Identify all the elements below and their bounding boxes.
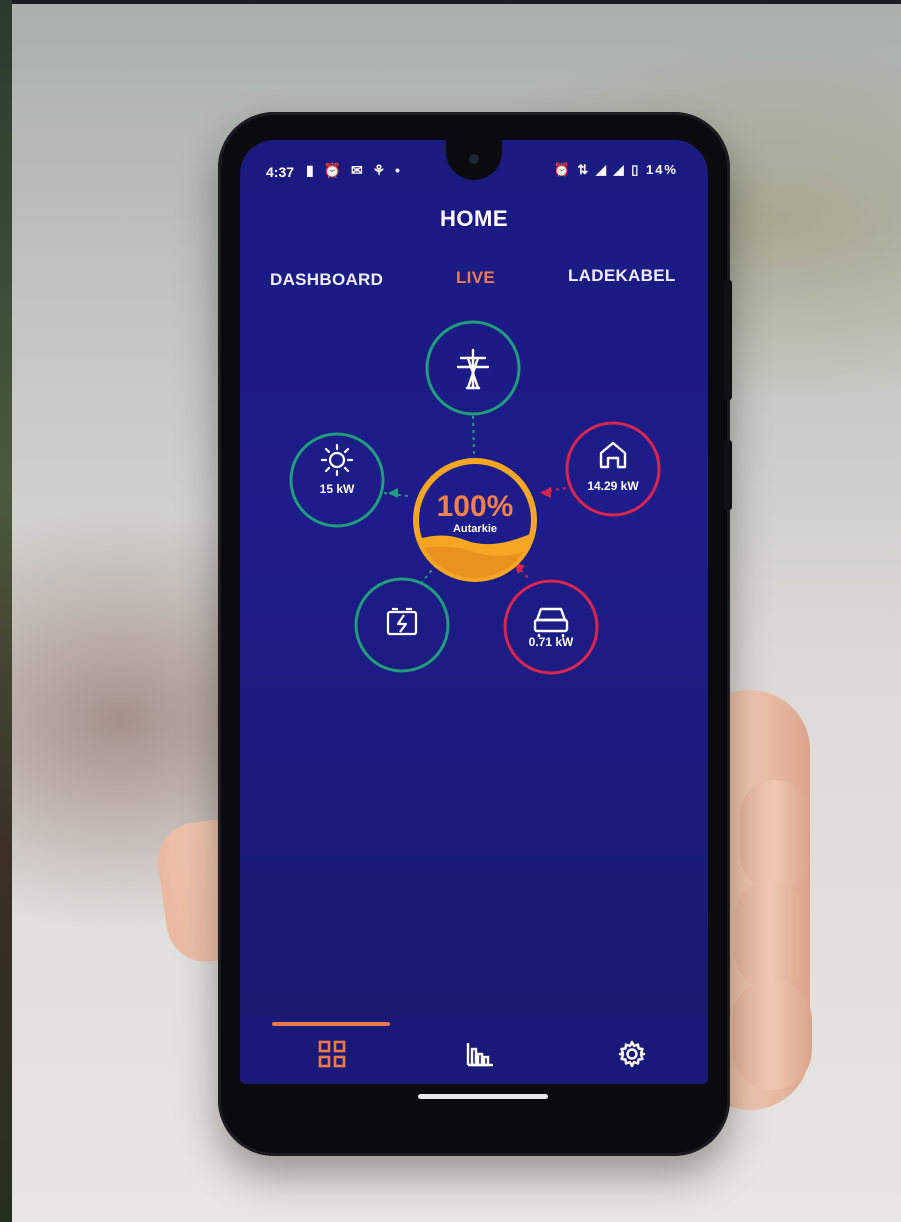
node-solar[interactable]: 15 kW [289,432,385,528]
bar-chart-icon [466,1043,493,1067]
page-title: HOME [440,206,508,231]
mail-icon: ✉ [350,162,366,178]
app-notification-icon: ⚘ [372,162,389,178]
battery-icon: ▯ [631,162,641,177]
arrow-house [540,487,551,498]
hand-finger [740,780,810,890]
phone-side-button [724,440,732,510]
dot-icon: • [395,162,403,178]
connector-battery [421,564,437,583]
background-edge [0,0,12,1222]
tab-dashboard[interactable]: DASHBOARD [270,270,383,290]
signal-icon: ◢ [613,162,626,177]
system-icons: ⏰ ⇅ ◢ ◢ ▯ 14% [554,162,678,178]
hand-finger [735,880,807,990]
tab-live[interactable]: LIVE [456,268,495,288]
arrow-solar [388,488,398,498]
tab-ladekabel[interactable]: LADEKABEL [568,266,676,286]
alarm-icon: ⏰ [553,162,572,177]
node-grid[interactable] [425,320,521,416]
autarkie-value: 100% [437,490,514,523]
phone-side-button [724,280,732,400]
mobile-data-icon: ⇅ [577,162,591,177]
background-edge [0,0,901,4]
house-icon [599,441,627,469]
node-car-value: 0.71 kW [529,635,574,649]
node-battery[interactable] [354,577,450,673]
connector-grid [472,415,475,455]
alarm-icon: ⏰ [323,162,345,178]
nav-active-indicator [272,1022,390,1026]
node-house[interactable]: 14.29 kW [565,421,661,517]
notification-icons: ▮ ⏰ ✉ ⚘ • [306,162,403,179]
energy-flow-diagram: 15 kW 14.29 kW 0.71 kW 100% Autarkie [289,320,661,675]
nav-settings-button[interactable] [612,1034,652,1074]
power-tower-icon [456,348,490,390]
battery-percent: 14% [645,162,678,177]
status-time: 4:37 [266,164,295,180]
nav-dashboard-button[interactable] [312,1034,352,1074]
battery-icon [386,607,418,636]
bottom-nav [240,1016,708,1084]
autarkie-label: Autarkie [453,523,497,535]
gear-icon [618,1040,646,1068]
hand-finger [732,980,812,1090]
sun-icon [320,443,354,477]
status-bar: 4:37 ▮ ⏰ ✉ ⚘ • ⏰ ⇅ ◢ ◢ ▯ 14% [240,160,708,184]
node-house-value: 14.29 kW [587,479,639,493]
battery-notification-icon: ▮ [306,162,317,178]
car-icon [533,607,569,637]
dashboard-grid-icon [318,1040,346,1068]
node-car[interactable]: 0.71 kW [503,579,599,675]
tab-bar: DASHBOARD LIVE LADEKABEL [240,266,708,292]
phone-screen: 4:37 ▮ ⏰ ✉ ⚘ • ⏰ ⇅ ◢ ◢ ▯ 14% HOME DASHBO… [240,140,708,1084]
signal-icon: ◢ [595,162,608,177]
node-solar-value: 15 kW [320,482,355,496]
nav-statistics-button[interactable] [460,1034,500,1074]
home-gesture-bar[interactable] [418,1094,548,1099]
